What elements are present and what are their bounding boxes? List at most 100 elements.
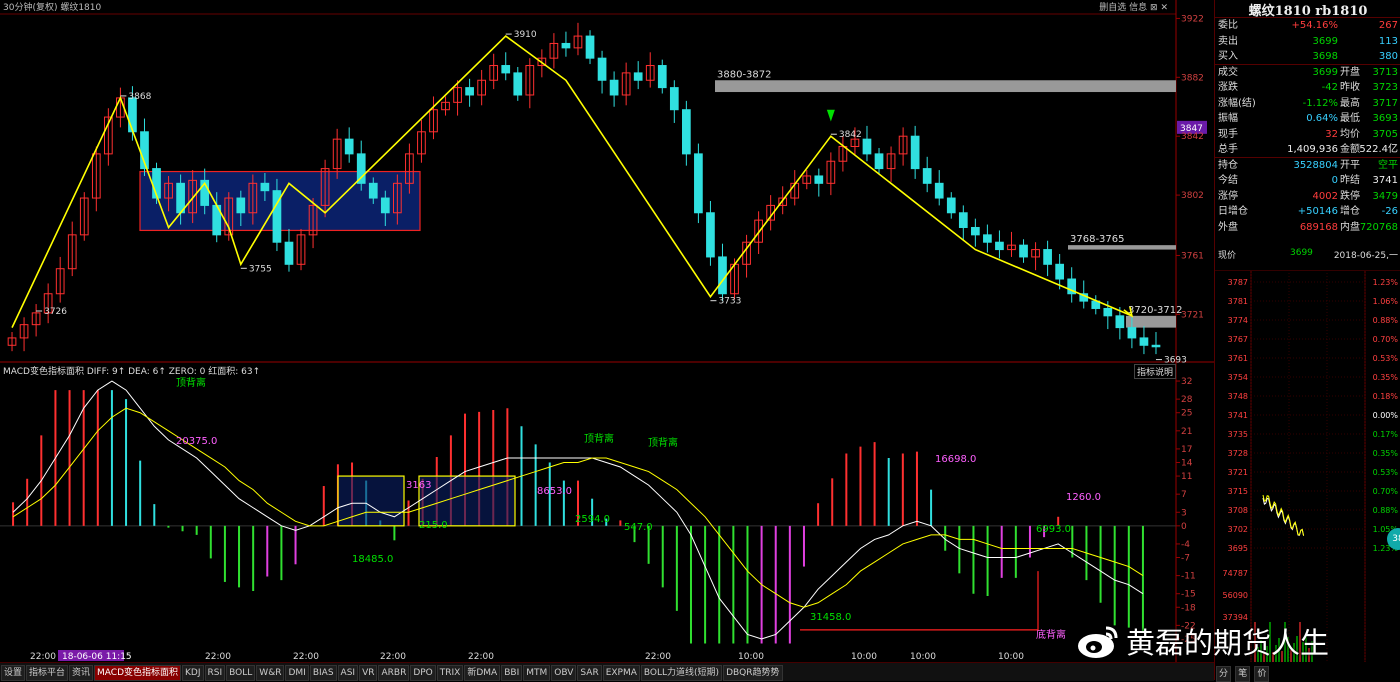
- candle-body: [465, 87, 474, 96]
- candle-body: [284, 241, 294, 265]
- time-label-8: 10:00: [851, 652, 877, 662]
- mini-price-11: 3715: [1228, 487, 1248, 496]
- candle-body: [1115, 315, 1125, 329]
- tick-label: 现价: [1218, 251, 1237, 261]
- menu-info[interactable]: 信息: [1129, 3, 1147, 13]
- macd-axis-label-5: 14: [1181, 458, 1193, 468]
- menu-close-icon[interactable]: ✕: [1160, 3, 1168, 13]
- indicator-tab-20[interactable]: EXPMA: [602, 665, 640, 681]
- indicator-tab-14[interactable]: TRIX: [436, 665, 464, 681]
- mini-price-10: 3721: [1228, 468, 1248, 477]
- candle-body: [633, 72, 643, 81]
- extreme-label-2: 3755: [249, 264, 272, 274]
- quote-value: 3699: [1312, 35, 1338, 47]
- watermark-text: 黄磊的期货人生: [1126, 626, 1330, 660]
- indicator-tab-4[interactable]: KDJ: [182, 665, 204, 681]
- time-label-6: 22:00: [645, 652, 671, 662]
- indicator-tab-21[interactable]: BOLL力道线(短期): [640, 665, 723, 681]
- tick-price: 3699: [1290, 248, 1313, 258]
- indicator-tab-17[interactable]: MTM: [523, 665, 551, 681]
- price-axis-label-0: 3922: [1181, 14, 1204, 24]
- candle-body: [718, 256, 727, 295]
- extreme-label-1: 3868: [128, 92, 151, 102]
- divergence-label-0: 顶背离: [176, 376, 206, 389]
- divergence-label-3: 底背离: [1036, 628, 1066, 641]
- quote-row: 买入 3698 380: [1218, 49, 1398, 64]
- indicator-tab-15[interactable]: 新DMA: [464, 665, 501, 681]
- quote-value: 3528804: [1293, 159, 1338, 171]
- indicator-tab-2[interactable]: 资讯: [69, 665, 94, 681]
- resistance-label-0: 3880-3872: [717, 69, 772, 80]
- candle-body: [1151, 344, 1161, 348]
- tick-row: 现价 3699 2018-06-25,一: [1218, 248, 1398, 262]
- mini-pct-11: 0.70%: [1373, 487, 1399, 496]
- time-label-0: 22:00: [30, 652, 56, 662]
- price-axis-label-3: 3842: [1181, 132, 1204, 142]
- mini-price-9: 3728: [1228, 449, 1248, 458]
- indicator-tab-7[interactable]: W&R: [256, 665, 285, 681]
- candle-body: [983, 234, 992, 243]
- indicator-tab-11[interactable]: VR: [359, 665, 378, 681]
- price-axis-label-5: 3761: [1181, 251, 1204, 261]
- resistance-label-2: 3720-3712: [1128, 305, 1183, 316]
- quote-row: 涨停 4002 跌停 3479: [1218, 189, 1398, 204]
- candle-body: [922, 168, 932, 184]
- quote-label: 涨跌: [1218, 82, 1238, 93]
- indicator-tab-8[interactable]: DMI: [285, 665, 309, 681]
- macd-axis-label-8: 3: [1181, 508, 1187, 518]
- indicator-tab-6[interactable]: BOLL: [226, 665, 256, 681]
- mini-price-13: 3702: [1228, 525, 1248, 534]
- candle-body: [958, 212, 968, 228]
- kline-chart[interactable]: 3880-3872 3768-3765 3720-3712 3726 3868 3755 3…: [0, 0, 1214, 662]
- candle-body: [657, 65, 667, 89]
- indicator-tab-5[interactable]: RSI: [204, 665, 226, 681]
- menu-del-fav[interactable]: 删自选: [1099, 3, 1126, 13]
- candle-body: [910, 135, 920, 170]
- mini-price-8: 3735: [1228, 430, 1248, 439]
- intraday-mini-chart[interactable]: 3787 1.23% 3781 1.06% 3774 0.88% 3767 0.70% 3761…: [1215, 270, 1400, 662]
- candle-body: [706, 212, 715, 258]
- quote-label: 振幅: [1218, 113, 1238, 124]
- candle-body: [946, 197, 956, 214]
- mini-price-5: 3754: [1228, 373, 1248, 382]
- area-label-5: 2594.0: [575, 514, 610, 525]
- macd-header: MACD变色指标面积 DIFF: 9↑ DEA: 6↑ ZERO: 0 红面积:…: [3, 367, 261, 377]
- indicator-tab-bar: 设置 指标平台 资讯 MACD变色指标面积 KDJ RSI BOLL W&R DMI BIAS AS…: [0, 662, 1214, 681]
- extreme-label-4: 3733: [718, 297, 741, 307]
- indicator-tab-1[interactable]: 指标平台: [26, 665, 69, 681]
- time-label-7: 10:00: [738, 652, 764, 662]
- macd-axis-label-1: 28: [1181, 395, 1193, 405]
- mini-price-0: 3787: [1228, 278, 1248, 287]
- candle-body: [128, 97, 137, 133]
- indicator-tab-12[interactable]: ARBR: [378, 665, 410, 681]
- mini-pct-4: 0.53%: [1373, 354, 1399, 363]
- price-axis-label-6: 3721: [1181, 310, 1204, 320]
- indicator-tab-19[interactable]: SAR: [577, 665, 602, 681]
- indicator-tab-22[interactable]: DBQR趋势势: [723, 665, 783, 681]
- resistance-zone-1: [1068, 245, 1176, 250]
- macd-axis-label-0: 32: [1181, 377, 1192, 387]
- area-label-4: 8653.0: [537, 486, 572, 497]
- indicator-tab-10[interactable]: ASI: [337, 665, 359, 681]
- time-label-10: 10:00: [998, 652, 1024, 662]
- menu-restore-icon[interactable]: ⊠: [1150, 3, 1158, 13]
- indicator-tab-16[interactable]: BBI: [501, 665, 523, 681]
- candle-body: [694, 153, 703, 214]
- macd-axis-label-13: -15: [1181, 590, 1196, 600]
- chart-header: 30分钟(复权) 螺纹1810: [0, 0, 101, 13]
- mini-price-6: 3748: [1228, 392, 1248, 401]
- mini-vol-1: 56090: [1223, 591, 1248, 600]
- indicator-tab-0[interactable]: 设置: [1, 665, 26, 681]
- area-label-0: 20375.0: [176, 436, 217, 447]
- macd-axis-label-2: 25: [1181, 409, 1192, 419]
- macd-axis-label-3: 21: [1181, 427, 1192, 437]
- macd-help-button[interactable]: 指标说明: [1134, 364, 1177, 379]
- indicator-tab-13[interactable]: DPO: [410, 665, 436, 681]
- indicator-tab-9[interactable]: BIAS: [309, 665, 337, 681]
- candle-body: [682, 109, 691, 155]
- quote-value: +50146: [1297, 206, 1338, 217]
- indicator-tab-18[interactable]: OBV: [551, 665, 577, 681]
- mini-price-12: 3708: [1228, 506, 1248, 515]
- indicator-tab-3[interactable]: MACD变色指标面积: [94, 665, 182, 681]
- quote-label: 今结: [1218, 175, 1238, 186]
